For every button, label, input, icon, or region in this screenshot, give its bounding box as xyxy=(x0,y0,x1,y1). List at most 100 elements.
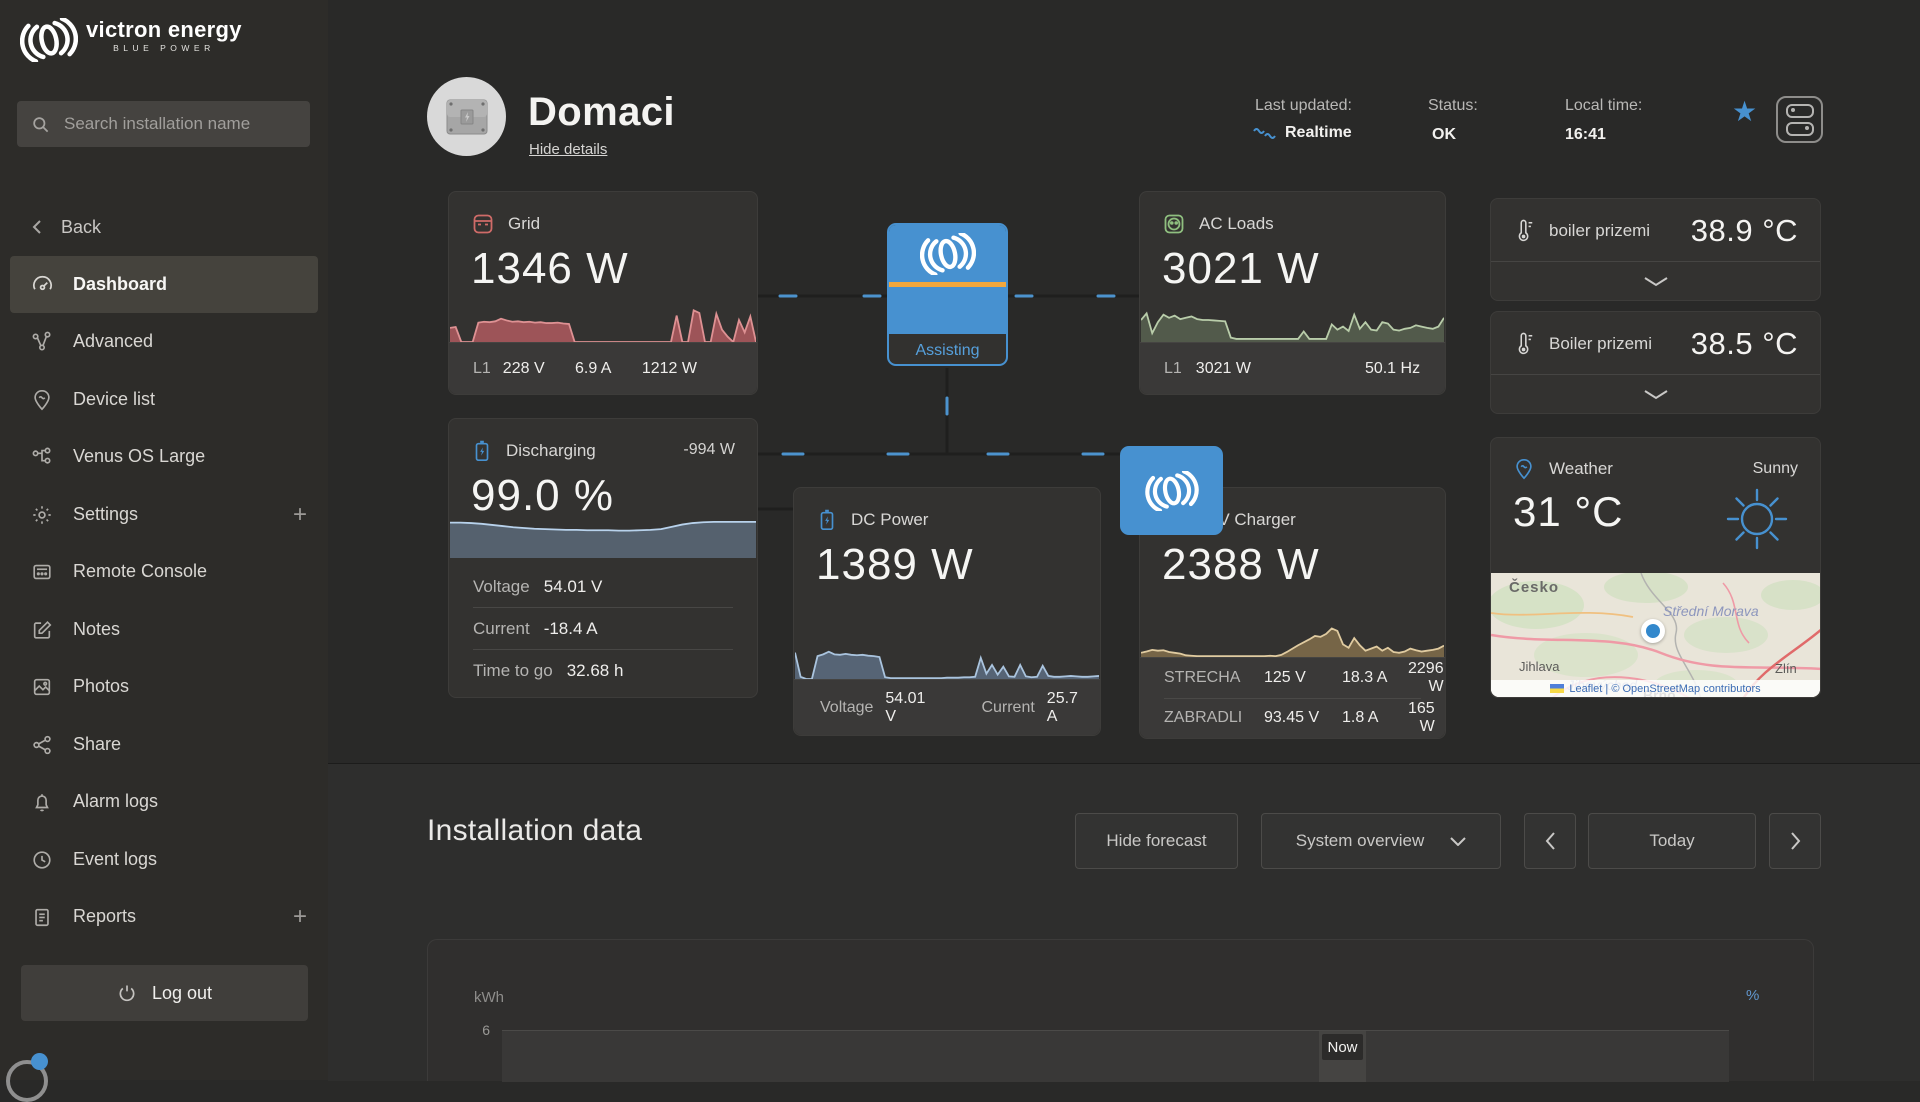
sidebar-item-advanced[interactable]: Advanced xyxy=(10,313,318,370)
card-title: Weather xyxy=(1549,459,1613,478)
temperature-value: 38.9 °C xyxy=(1690,213,1798,248)
battery-card: Discharging -994 W 99.0 % Voltage 54.01 V… xyxy=(448,418,758,698)
battery-icon xyxy=(816,508,838,532)
victron-swirl-icon xyxy=(1145,471,1199,511)
sun-icon xyxy=(1720,482,1794,556)
battery-power: -994 W xyxy=(683,441,735,458)
sidebar-item-label: Advanced xyxy=(73,331,154,351)
temperature-card-1: boiler prizemi 38.9 °C xyxy=(1490,198,1821,301)
sidebar: victron energy BLUE POWER Back Dashboard xyxy=(0,0,328,1102)
sidebar-item-reports[interactable]: Reports + xyxy=(10,888,318,945)
map-label-city: Zlín xyxy=(1775,661,1797,676)
dc-current-label: Current xyxy=(981,698,1035,716)
sidebar-item-label: Share xyxy=(73,734,122,754)
gauge-icon xyxy=(30,273,54,296)
sidebar-item-device-list[interactable]: Device list xyxy=(10,371,318,428)
report-icon xyxy=(30,906,54,928)
victron-swirl-icon xyxy=(20,18,78,62)
expand-button[interactable] xyxy=(1491,261,1820,300)
ac-loads-card: AC Loads 3021 W L1 3021 W 50.1 Hz xyxy=(1139,191,1446,395)
clock-icon xyxy=(30,849,54,871)
card-title: Discharging xyxy=(506,441,596,460)
chevron-down-icon xyxy=(1643,389,1668,399)
console-icon xyxy=(30,561,54,583)
dc-power-card: DC Power 1389 W Voltage 54.01 V Current … xyxy=(793,487,1101,736)
sidebar-item-label: Dashboard xyxy=(73,274,168,294)
weather-map[interactable]: Česko Střední Morava Jihlava Jihovýchod … xyxy=(1491,573,1820,697)
battery-row: Time to go 32.68 h xyxy=(473,660,624,680)
map-attribution: Leaflet | © OpenStreetMap contributors xyxy=(1491,680,1820,697)
brand-name: victron energy xyxy=(86,17,242,42)
search-input[interactable] xyxy=(62,113,296,135)
alarm-bell-icon xyxy=(30,791,54,813)
grid-l1-power: 1212 W xyxy=(641,359,697,377)
sidebar-item-dashboard[interactable]: Dashboard xyxy=(10,256,318,313)
dc-power-sparkline xyxy=(795,635,1099,679)
ac-loads-sparkline xyxy=(1141,298,1444,342)
share-icon xyxy=(30,734,54,756)
sidebar-item-label: Settings xyxy=(73,504,139,524)
hide-forecast-button[interactable]: Hide forecast xyxy=(1075,813,1238,869)
notes-icon xyxy=(30,619,54,641)
chevron-down-icon xyxy=(1643,276,1668,286)
section-title: Installation data xyxy=(427,814,643,847)
prev-day-button[interactable] xyxy=(1524,813,1576,869)
grid-card: Grid 1346 W L1 228 V 6.9 A 1212 W xyxy=(448,191,758,395)
sidebar-item-venus-os-large[interactable]: Venus OS Large xyxy=(10,428,318,485)
victron-swirl-icon xyxy=(889,225,1006,282)
next-day-button[interactable] xyxy=(1769,813,1821,869)
nodes-icon xyxy=(30,331,54,353)
sidebar-item-label: Venus OS Large xyxy=(73,446,206,466)
sidebar-item-settings[interactable]: Settings + xyxy=(10,486,318,543)
location-pin-icon xyxy=(1513,458,1535,480)
card-title: AC Loads xyxy=(1199,214,1274,233)
now-column: Now xyxy=(1319,1031,1366,1082)
map-label-country: Česko xyxy=(1509,579,1560,596)
inverter-node[interactable]: Assisting xyxy=(887,223,1008,366)
ac-frequency: 50.1 Hz xyxy=(1364,359,1421,377)
map-marker xyxy=(1641,619,1665,643)
sitemap-icon xyxy=(30,446,54,468)
phase-label: L1 xyxy=(1164,359,1182,377)
sidebar-item-label: Photos xyxy=(73,676,130,696)
overview-select[interactable]: System overview xyxy=(1261,813,1501,869)
chart-plot-area[interactable]: Now xyxy=(502,1030,1729,1082)
sidebar-item-label: Notes xyxy=(73,619,121,639)
sidebar-item-alarm-logs[interactable]: Alarm logs xyxy=(10,773,318,830)
mppt-node[interactable] xyxy=(1120,446,1223,535)
battery-row: Current -18.4 A xyxy=(473,618,598,638)
chevron-right-icon xyxy=(1790,832,1800,850)
logout-button[interactable]: Log out xyxy=(21,965,308,1021)
battery-row: Voltage 54.01 V xyxy=(473,576,603,596)
card-title: Boiler prizemi xyxy=(1549,334,1652,353)
sidebar-item-remote-console[interactable]: Remote Console xyxy=(10,543,318,600)
installation-search[interactable] xyxy=(17,101,310,147)
sidebar-item-photos[interactable]: Photos xyxy=(10,658,318,715)
plus-icon[interactable]: + xyxy=(293,903,307,931)
thermometer-icon xyxy=(1513,332,1535,356)
sidebar-item-event-logs[interactable]: Event logs xyxy=(10,831,318,888)
back-button[interactable]: Back xyxy=(30,210,101,244)
plus-icon[interactable]: + xyxy=(293,501,307,529)
gear-icon xyxy=(30,504,54,526)
search-icon xyxy=(31,115,50,134)
photo-icon xyxy=(30,676,54,698)
chevron-left-icon xyxy=(1545,832,1555,850)
today-button[interactable]: Today xyxy=(1588,813,1756,869)
pv-tracker-row: ZABRADLI 93.45 V 1.8 A 165 W xyxy=(1164,700,1435,736)
ac-l1-power: 3021 W xyxy=(1195,359,1251,377)
chevron-left-icon xyxy=(32,220,41,234)
power-icon xyxy=(117,983,137,1003)
grid-sparkline xyxy=(450,298,756,342)
battery-soc-value: 99.0 % xyxy=(471,471,614,520)
sidebar-item-label: Alarm logs xyxy=(73,791,159,811)
dc-voltage: 54.01 V xyxy=(885,689,926,725)
logout-label: Log out xyxy=(151,982,213,1003)
location-pin-icon xyxy=(30,389,54,411)
thermometer-icon xyxy=(1513,219,1535,243)
sidebar-item-label: Event logs xyxy=(73,849,158,869)
sidebar-item-share[interactable]: Share xyxy=(10,716,318,773)
battery-sparkline xyxy=(450,520,756,558)
expand-button[interactable] xyxy=(1491,374,1820,413)
sidebar-item-notes[interactable]: Notes xyxy=(10,601,318,658)
